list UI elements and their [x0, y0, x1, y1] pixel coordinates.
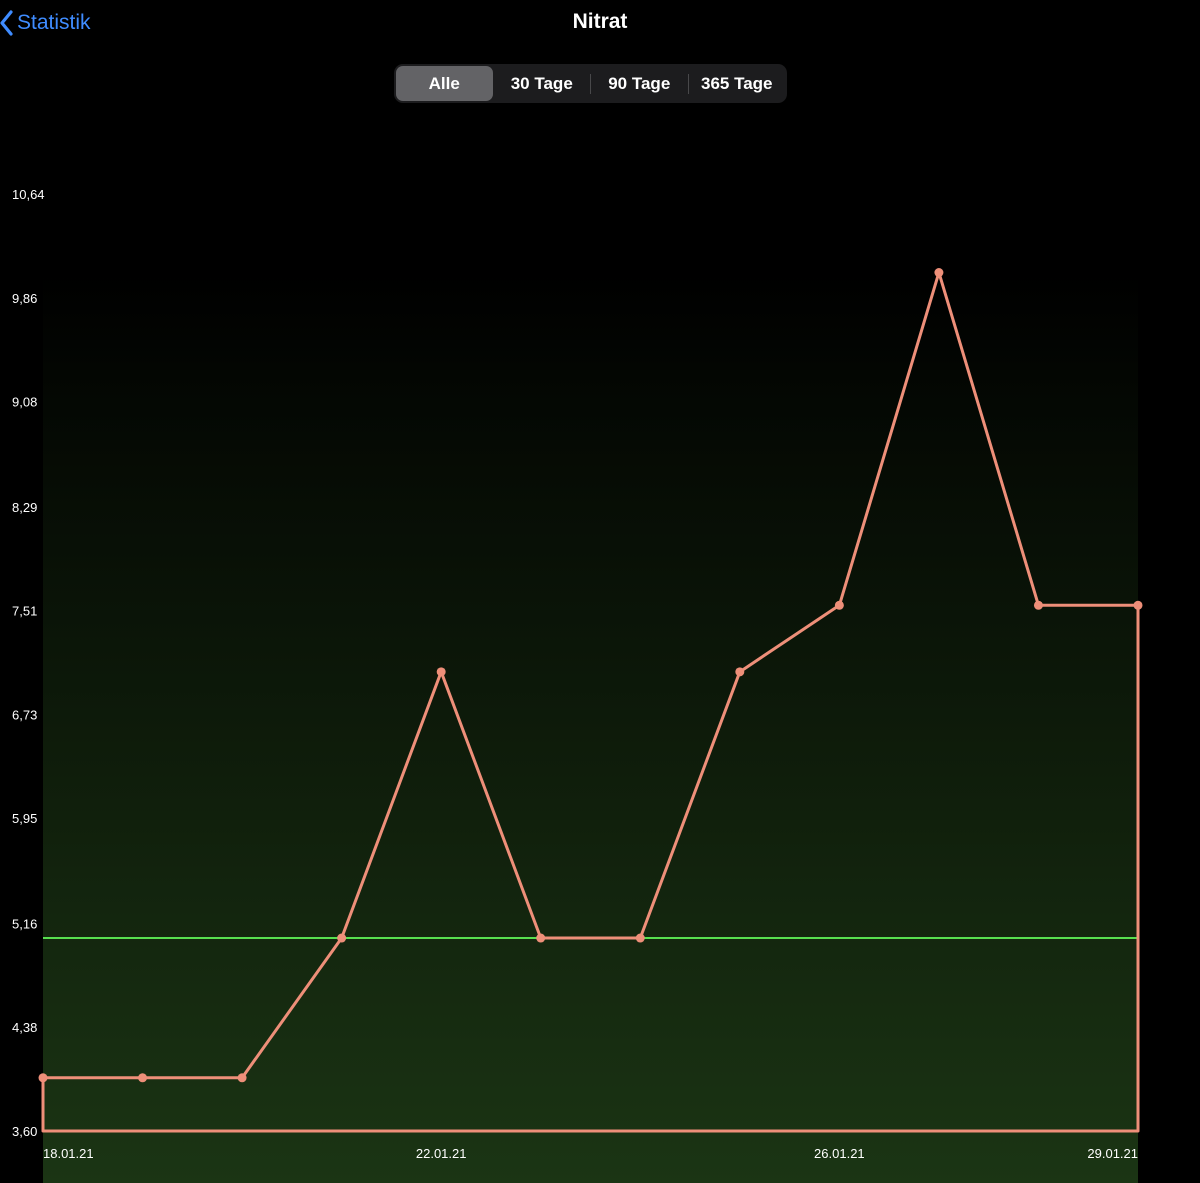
- range-option-90-days[interactable]: 90 Tage: [591, 66, 688, 101]
- range-option-all[interactable]: Alle: [396, 66, 493, 101]
- page-title: Nitrat: [572, 10, 628, 33]
- y-tick-label: 9,08: [12, 395, 37, 410]
- data-point: [635, 933, 645, 943]
- y-tick-label: 10,64: [12, 187, 45, 202]
- data-point: [38, 1073, 48, 1083]
- x-tick-label: 26.01.21: [814, 1146, 865, 1161]
- chart-area: 3,60 4,38 5,16 5,95 6,73 7,51 8,29 9,08 9,86 10,6…: [0, 150, 1200, 1183]
- data-point: [237, 1073, 247, 1083]
- x-tick-label: 29.01.21: [1087, 1146, 1138, 1161]
- data-point: [138, 1073, 148, 1083]
- x-tick-label: 18.01.21: [43, 1146, 94, 1161]
- y-tick-label: 8,29: [12, 500, 37, 515]
- y-tick-label: 3,60: [12, 1124, 37, 1139]
- data-point: [834, 600, 844, 610]
- x-tick-label: 22.01.21: [416, 1146, 467, 1161]
- y-tick-label: 9,86: [12, 291, 37, 306]
- data-point: [1133, 600, 1143, 610]
- back-button[interactable]: Statistik: [0, 6, 91, 40]
- range-option-365-days[interactable]: 365 Tage: [689, 66, 786, 101]
- page: Statistik Nitrat Alle 30 Tage 90 Tage 36…: [0, 0, 1200, 1183]
- data-point: [1033, 600, 1043, 610]
- y-tick-label: 4,38: [12, 1020, 37, 1035]
- y-tick-label: 5,16: [12, 916, 37, 931]
- data-point: [934, 268, 944, 278]
- range-option-30-days[interactable]: 30 Tage: [494, 66, 591, 101]
- chart-background: [43, 270, 1138, 1183]
- data-point: [436, 667, 446, 677]
- y-tick-label: 7,51: [12, 604, 37, 619]
- data-point: [735, 667, 745, 677]
- y-tick-label: 6,73: [12, 707, 37, 722]
- nitrate-line-chart: 3,60 4,38 5,16 5,95 6,73 7,51 8,29 9,08 9,86 10,6…: [12, 187, 1143, 1183]
- back-button-label: Statistik: [17, 11, 91, 34]
- chevron-left-icon: [0, 10, 14, 36]
- range-selector: Alle 30 Tage 90 Tage 365 Tage: [394, 64, 787, 103]
- data-point: [337, 933, 347, 943]
- data-point: [536, 933, 546, 943]
- y-tick-label: 5,95: [12, 811, 37, 826]
